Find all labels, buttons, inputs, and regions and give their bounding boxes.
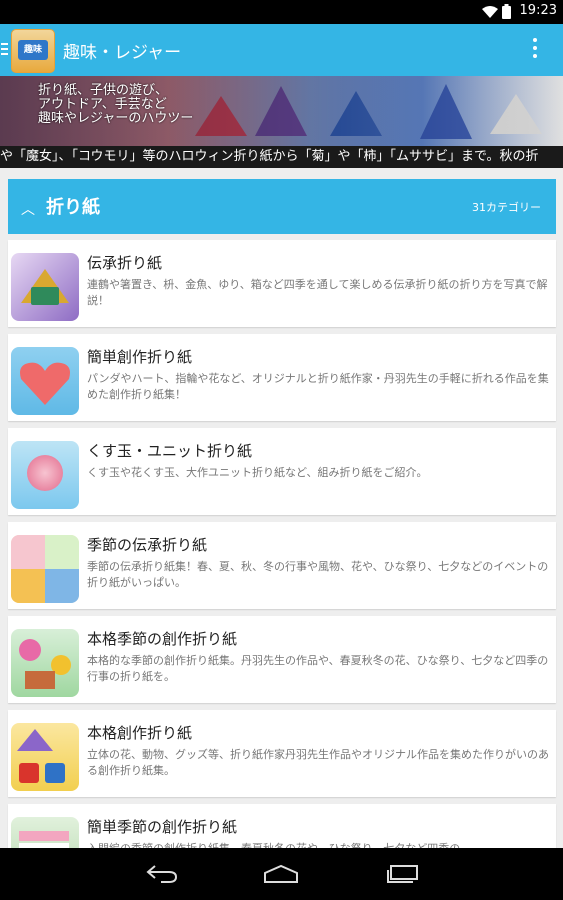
- item-description: 立体の花、動物、グッズ等、折り紙作家丹羽先生作品やオリジナル作品を集めた作りがい…: [87, 748, 549, 777]
- item-title: くす玉・ユニット折り紙: [87, 442, 253, 460]
- item-title: 簡単季節の創作折り紙: [87, 818, 238, 836]
- banner-line: 趣味やレジャーのハウツー: [38, 111, 194, 126]
- category-list: 伝承折り紙 連鶴や箸置き、枡、金魚、ゆり、箱など四季を通して楽しめる伝承折り紙の…: [8, 240, 556, 898]
- list-item[interactable]: 本格創作折り紙 立体の花、動物、グッズ等、折り紙作家丹羽先生作品やオリジナル作品…: [8, 710, 556, 797]
- category-count: 31カテゴリー: [472, 201, 541, 214]
- section-title: 折り紙: [46, 197, 100, 218]
- item-description: 本格的な季節の創作折り紙集。丹羽先生の作品や、春夏秋冬の花、ひな祭り、七夕など四…: [87, 654, 549, 683]
- list-item[interactable]: くす玉・ユニット折り紙 くす玉や花くす玉、大作ユニット折り紙など、組み折り紙をご…: [8, 428, 556, 515]
- item-description: パンダやハート、指輪や花など、オリジナルと折り紙作家・丹羽先生の手軽に折れる作品…: [87, 372, 549, 401]
- item-description: 季節の伝承折り紙集！春、夏、秋、冬の行事や風物、花や、ひな祭り、七夕などのイベン…: [87, 560, 549, 589]
- list-item[interactable]: 伝承折り紙 連鶴や箸置き、枡、金魚、ゆり、箱など四季を通して楽しめる伝承折り紙の…: [8, 240, 556, 327]
- chevron-up-icon: ︿: [21, 202, 35, 218]
- item-description: 連鶴や箸置き、枡、金魚、ゆり、箱など四季を通して楽しめる伝承折り紙の折り方を写真…: [87, 278, 548, 307]
- overflow-icon[interactable]: [533, 38, 537, 62]
- item-description: くす玉や花くす玉、大作ユニット折り紙など、組み折り紙をご紹介。: [87, 466, 428, 479]
- thumbnail-image: [11, 347, 79, 415]
- header-banner[interactable]: 折り紙、子供の遊び、 アウトドア、手芸など 趣味やレジャーのハウツー: [0, 76, 563, 146]
- thumbnail-image: [11, 253, 79, 321]
- home-icon[interactable]: [261, 862, 301, 886]
- app-bar: 趣味 趣味・レジャー: [0, 24, 563, 76]
- banner-line: 折り紙、子供の遊び、: [38, 83, 169, 98]
- thumbnail-image: [11, 535, 79, 603]
- item-title: 季節の伝承折り紙: [87, 536, 208, 554]
- hamburger-icon[interactable]: [1, 43, 8, 58]
- item-title: 簡単創作折り紙: [87, 348, 193, 366]
- item-title: 伝承折り紙: [87, 254, 163, 272]
- thumbnail-image: [11, 629, 79, 697]
- category-section-header[interactable]: ︿ 折り紙 31カテゴリー: [8, 179, 556, 234]
- list-item[interactable]: 季節の伝承折り紙 季節の伝承折り紙集！春、夏、秋、冬の行事や風物、花や、ひな祭り…: [8, 522, 556, 609]
- app-logo-text: 趣味: [18, 40, 48, 60]
- app-title: 趣味・レジャー: [63, 43, 182, 63]
- status-bar: 19:23: [0, 0, 563, 24]
- recents-icon[interactable]: [383, 862, 423, 886]
- banner-text: 折り紙、子供の遊び、 アウトドア、手芸など 趣味やレジャーのハウツー: [38, 84, 193, 126]
- navigation-bar: [0, 848, 563, 900]
- item-title: 本格創作折り紙: [87, 724, 193, 742]
- wifi-icon: [482, 5, 498, 18]
- thumbnail-image: [11, 441, 79, 509]
- thumbnail-image: [11, 723, 79, 791]
- back-icon[interactable]: [142, 862, 182, 886]
- list-item[interactable]: 簡単創作折り紙 パンダやハート、指輪や花など、オリジナルと折り紙作家・丹羽先生の…: [8, 334, 556, 421]
- banner-line: アウトドア、手芸など: [38, 97, 167, 112]
- app-logo[interactable]: 趣味: [11, 29, 55, 73]
- list-item[interactable]: 本格季節の創作折り紙 本格的な季節の創作折り紙集。丹羽先生の作品や、春夏秋冬の花…: [8, 616, 556, 703]
- battery-icon: [502, 4, 511, 19]
- item-title: 本格季節の創作折り紙: [87, 630, 238, 648]
- status-time: 19:23: [519, 3, 557, 18]
- news-ticker[interactable]: や「魔女」、「コウモリ」等のハロウィン折り紙から「菊」や「柿」「ムササビ」まで。…: [0, 146, 563, 168]
